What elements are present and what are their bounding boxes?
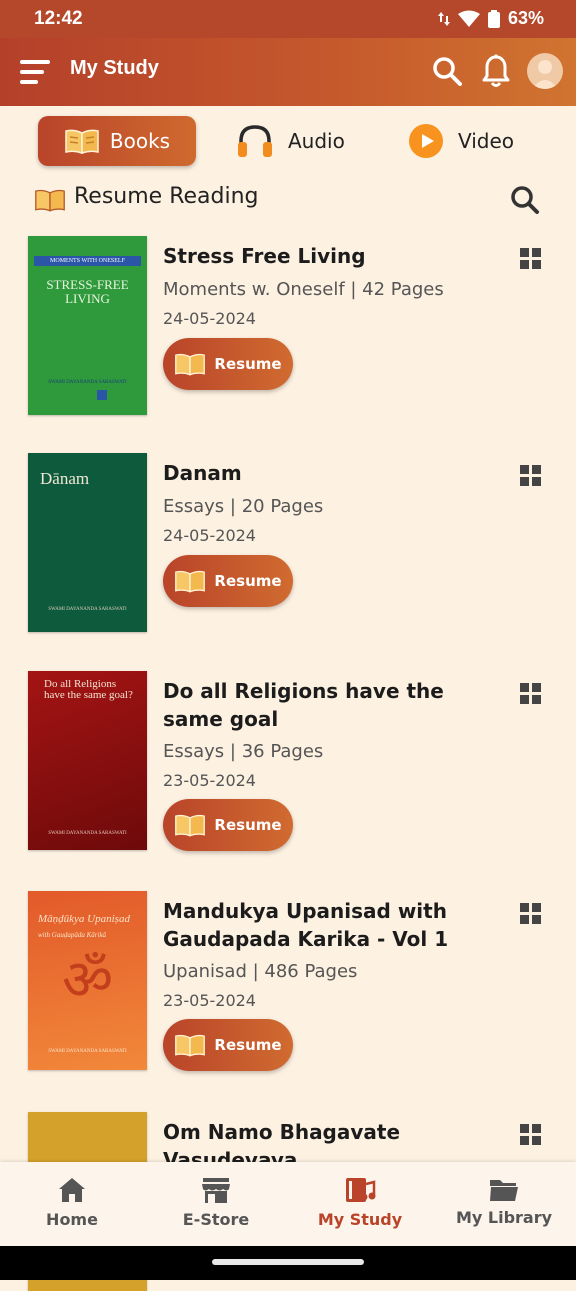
search-books-icon[interactable] <box>510 185 540 215</box>
open-book-icon <box>175 353 206 376</box>
cover-title: Dānam <box>40 469 90 488</box>
grid-icon[interactable] <box>520 465 542 487</box>
nav-my-library[interactable]: My Library <box>432 1176 576 1227</box>
nav-home[interactable]: Home <box>0 1176 144 1229</box>
resume-label: Resume <box>214 572 282 590</box>
open-book-icon <box>175 1034 206 1057</box>
cover-subtitle: with Gauḍapāda Kārikā <box>38 931 107 939</box>
book-date: 24-05-2024 <box>163 309 256 328</box>
cover-author: SWAMI DAYANANDA SARASWATI <box>48 380 127 385</box>
book-date: 23-05-2024 <box>163 771 256 790</box>
open-book-icon <box>175 570 206 593</box>
book-date: 23-05-2024 <box>163 991 256 1010</box>
book-cover[interactable]: Māṇḍūkya Upaniṣad with Gauḍapāda Kārikā … <box>28 891 147 1070</box>
grid-icon[interactable] <box>520 248 542 270</box>
open-book-icon <box>175 814 206 837</box>
resume-reading-header: Resume Reading <box>34 182 544 218</box>
status-bar: 12:42 63% <box>0 0 576 38</box>
book-meta: Essays | 36 Pages <box>163 741 324 762</box>
study-icon <box>346 1178 376 1202</box>
book-title[interactable]: Danam <box>163 459 493 487</box>
cover-author: SWAMI DAYANANDA SARASWATI <box>48 831 127 836</box>
nav-home-label: Home <box>46 1210 98 1229</box>
tab-video[interactable]: Video <box>408 116 514 166</box>
resume-button[interactable]: Resume <box>163 555 293 607</box>
cover-author: SWAMI DAYANANDA SARASWATI <box>48 607 127 612</box>
open-book-icon <box>35 189 65 212</box>
bottom-nav: Home E-Store My Study My Library <box>0 1162 576 1246</box>
avatar[interactable] <box>527 53 563 89</box>
nav-estore[interactable]: E-Store <box>144 1176 288 1229</box>
menu-icon[interactable] <box>20 58 50 86</box>
cover-title: Do all Religions have the same goal? <box>44 678 133 701</box>
grid-icon[interactable] <box>520 1124 542 1146</box>
battery-level: 63% <box>507 8 544 28</box>
om-symbol: ॐ <box>61 950 114 1012</box>
home-icon <box>59 1178 85 1202</box>
cover-author: SWAMI DAYANANDA SARASWATI <box>48 1049 127 1054</box>
grid-icon[interactable] <box>520 683 542 705</box>
resume-button[interactable]: Resume <box>163 1019 293 1071</box>
page-title: My Study <box>70 57 159 79</box>
resume-button[interactable]: Resume <box>163 799 293 851</box>
tab-video-label: Video <box>458 129 515 153</box>
book-title[interactable]: Stress Free Living <box>163 242 493 270</box>
cover-title: Māṇḍūkya Upaniṣad <box>38 913 130 925</box>
store-icon <box>202 1178 230 1203</box>
cover-series: MOMENTS WITH ONESELF <box>34 256 141 266</box>
section-title: Resume Reading <box>74 184 259 209</box>
grid-icon[interactable] <box>520 903 542 925</box>
book-cover[interactable]: MOMENTS WITH ONESELF STRESS-FREE LIVING … <box>28 236 147 415</box>
resume-label: Resume <box>214 1036 282 1054</box>
nav-my-study[interactable]: My Study <box>288 1176 432 1229</box>
tab-audio-label: Audio <box>288 129 345 153</box>
search-icon[interactable] <box>432 56 462 86</box>
book-meta: Essays | 20 Pages <box>163 496 324 517</box>
status-icons: 63% <box>437 8 544 29</box>
open-book-icon <box>65 129 99 154</box>
tab-books-label: Books <box>109 129 171 153</box>
book-meta: Upanisad | 486 Pages <box>163 961 358 982</box>
nav-my-study-label: My Study <box>317 1210 403 1229</box>
status-time: 12:42 <box>34 8 83 29</box>
user-avatar-icon <box>532 60 558 89</box>
battery-icon <box>487 9 500 28</box>
book-date: 24-05-2024 <box>163 526 256 545</box>
folder-icon <box>490 1180 518 1201</box>
publisher-logo <box>97 390 107 400</box>
resume-label: Resume <box>214 355 282 373</box>
home-gesture-pill[interactable] <box>212 1259 364 1265</box>
resume-label: Resume <box>214 816 282 834</box>
notification-bell-icon[interactable] <box>482 54 510 88</box>
nav-my-library-label: My Library <box>455 1208 553 1227</box>
media-tabs: Books Audio Video <box>0 116 576 168</box>
headphones-icon <box>238 125 272 157</box>
book-cover[interactable]: Dānam SWAMI DAYANANDA SARASWATI <box>28 453 147 632</box>
data-arrows-icon <box>437 11 450 26</box>
play-icon <box>409 124 443 158</box>
resume-button[interactable]: Resume <box>163 338 293 390</box>
system-navigation-bar <box>0 1246 576 1280</box>
app-bar: My Study <box>0 38 576 106</box>
book-title[interactable]: Mandukya Upanisad with Gaudapada Karika … <box>163 897 493 953</box>
nav-estore-label: E-Store <box>182 1210 250 1229</box>
book-title[interactable]: Do all Religions have the same goal <box>163 677 493 733</box>
cover-title: STRESS-FREE LIVING <box>46 277 129 306</box>
tab-audio[interactable]: Audio <box>236 116 345 166</box>
wifi-icon <box>457 10 480 27</box>
book-meta: Moments w. Oneself | 42 Pages <box>163 279 444 300</box>
tab-books[interactable]: Books <box>38 116 196 166</box>
book-cover[interactable]: Do all Religions have the same goal? SWA… <box>28 671 147 850</box>
